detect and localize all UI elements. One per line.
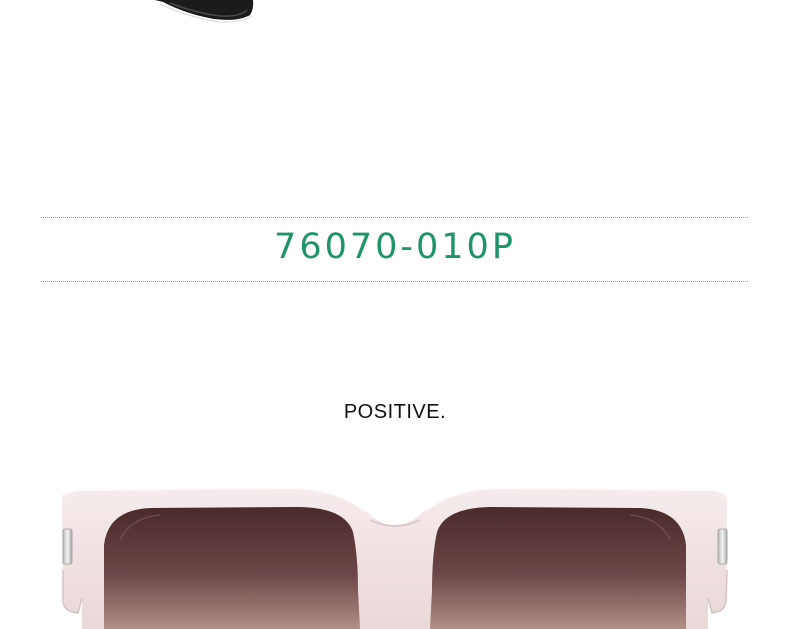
right-lens	[430, 507, 686, 629]
right-hinge	[717, 528, 728, 565]
brand-name: POSITIVE.	[343, 401, 447, 423]
divider-top	[41, 217, 748, 218]
model-code: 76070-010P	[274, 227, 516, 267]
previous-sunglasses-image	[155, 0, 254, 23]
product-sunglasses-image	[62, 486, 728, 629]
divider-bottom	[41, 281, 748, 282]
left-hinge	[62, 528, 73, 565]
black-frame-edge	[155, 0, 254, 20]
left-lens	[104, 507, 360, 629]
